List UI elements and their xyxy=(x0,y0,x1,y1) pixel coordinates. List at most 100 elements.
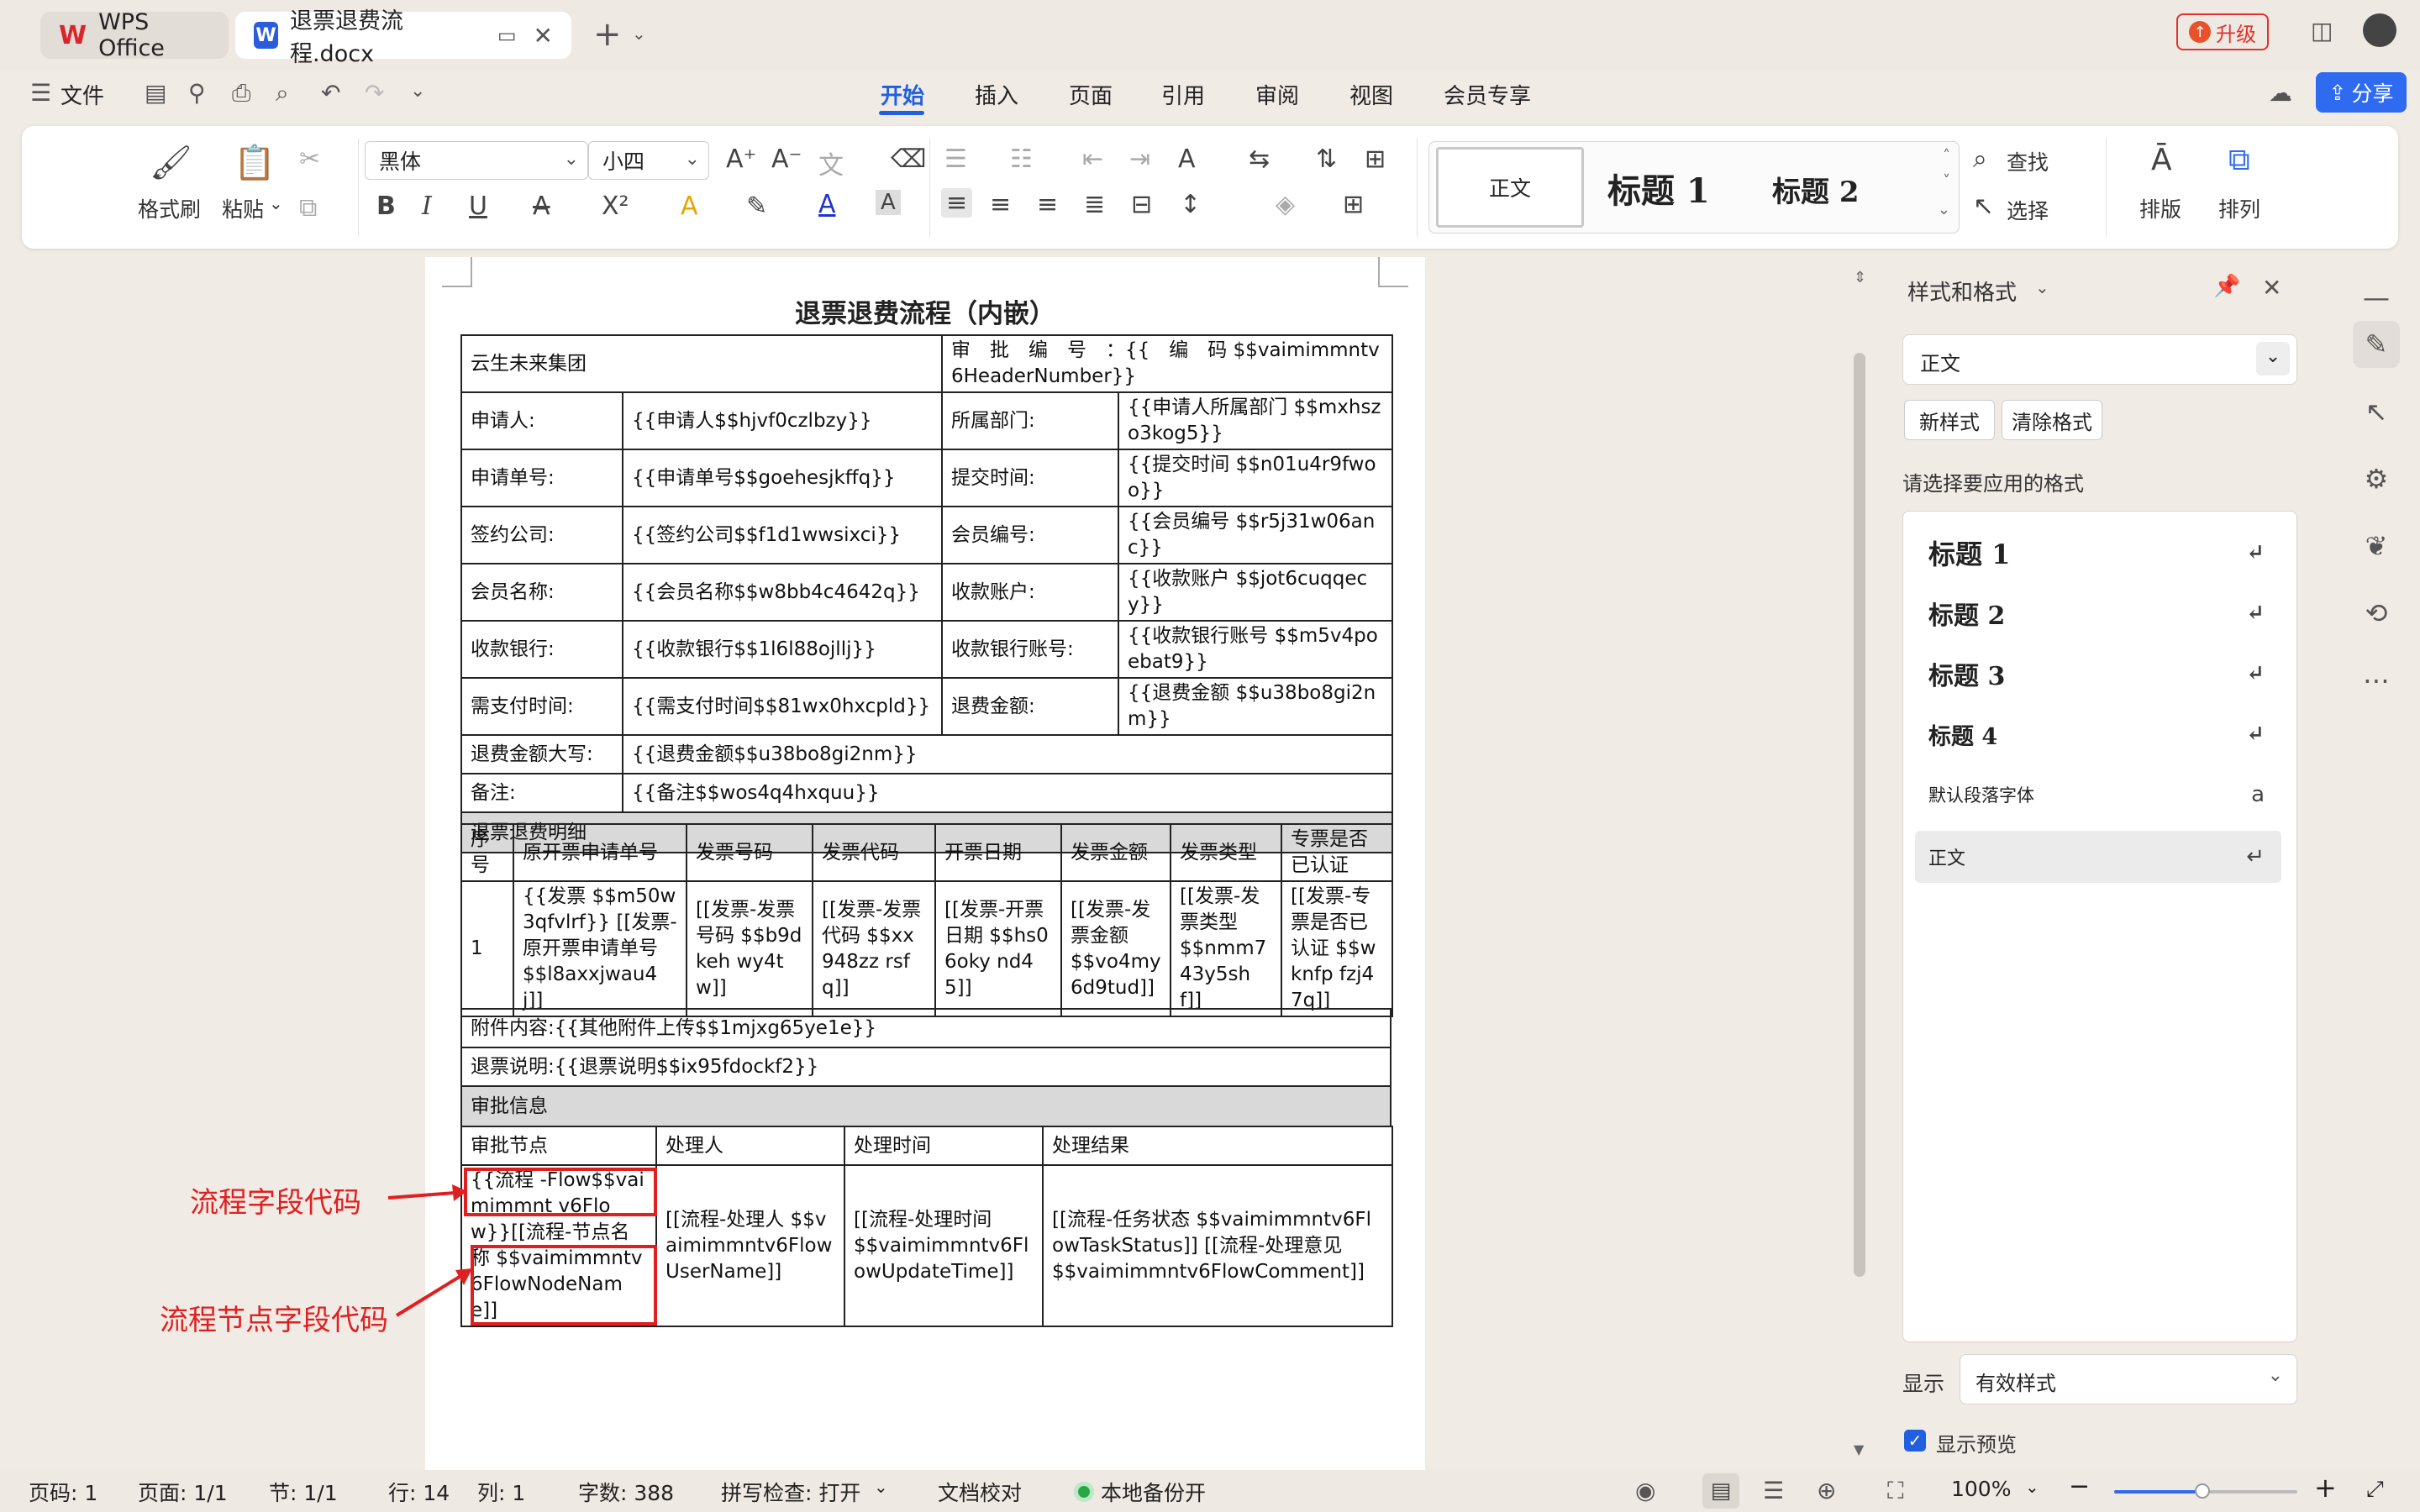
style-normal[interactable]: 正文 xyxy=(1436,147,1584,228)
text-effect-icon[interactable]: A xyxy=(681,192,698,221)
fullscreen-icon[interactable]: ⤢ xyxy=(2366,1477,2384,1503)
monitor-icon[interactable]: ▭ xyxy=(497,24,517,47)
styles-pane-icon[interactable]: ✎ xyxy=(2353,321,2400,368)
tab-wps-office[interactable]: W WPS Office xyxy=(40,9,229,61)
style-list-item[interactable]: 标题 2 ↵ xyxy=(1915,587,2281,639)
superscript-icon[interactable]: X² xyxy=(602,192,629,221)
justify-icon[interactable]: ≣ xyxy=(1084,190,1105,219)
style-list-item[interactable]: 标题 3 ↵ xyxy=(1915,648,2281,700)
paste-icon[interactable]: 📋 xyxy=(234,143,276,182)
show-marks-icon[interactable]: ⊞ xyxy=(1365,144,1386,174)
gallery-expand-icon[interactable]: ⌄ xyxy=(1938,201,1950,218)
style-heading-1[interactable]: 标题 1 xyxy=(1607,164,1710,213)
focus-mode-icon[interactable]: ⛶ xyxy=(1887,1477,1904,1505)
format-painter-icon[interactable]: 🖌 xyxy=(150,143,192,182)
borders-icon[interactable]: ⊞ xyxy=(1343,190,1364,219)
align-right-icon[interactable]: ≡ xyxy=(1037,190,1058,219)
menu-review[interactable]: 审阅 xyxy=(1255,79,1299,110)
close-tab-icon[interactable]: ✕ xyxy=(534,22,553,50)
font-shrink-icon[interactable]: A⁻ xyxy=(771,144,802,174)
arrange-icon[interactable]: ⧉ xyxy=(2228,143,2250,178)
style-heading-2[interactable]: 标题 2 xyxy=(1772,169,1860,210)
scroll-down-icon[interactable]: ▼ xyxy=(1854,1441,1864,1457)
shading-icon[interactable]: ◈ xyxy=(1276,190,1295,219)
find-icon[interactable]: ⌕ xyxy=(1973,144,1987,174)
phonetic-guide-icon[interactable]: 文 xyxy=(818,144,844,181)
document-page[interactable]: 退票退费流程（内嵌） 云生未来集团 审 批 编 号 ：{{ 编 码 $$vaim… xyxy=(425,257,1425,1470)
close-icon[interactable]: ✕ xyxy=(2262,274,2281,302)
paste-chevron-icon[interactable]: ⌄ xyxy=(269,193,283,213)
eye-icon[interactable]: ◉ xyxy=(1635,1477,1655,1504)
zoom-level[interactable]: 100% xyxy=(1951,1477,2011,1501)
clear-format-icon[interactable]: ⌫ xyxy=(891,144,926,174)
select-cursor-icon[interactable]: ↖ xyxy=(1973,192,1994,221)
distribute-icon[interactable]: ⊟ xyxy=(1131,190,1152,219)
style-list-item[interactable]: 正文 ↵ xyxy=(1915,831,2281,883)
highlight-icon[interactable]: ✎ xyxy=(746,192,767,221)
quick-access-chevron-icon[interactable]: ⌄ xyxy=(410,81,425,102)
show-filter-select[interactable]: 有效样式 ⌄ xyxy=(1960,1354,2297,1404)
collapse-icon[interactable]: — xyxy=(2353,274,2400,321)
font-color-icon[interactable]: A xyxy=(818,190,836,219)
leaf-icon[interactable]: ❦ xyxy=(2353,522,2400,570)
char-shading-icon[interactable]: A xyxy=(876,190,901,215)
link-icon[interactable]: ⚲ xyxy=(188,79,206,107)
select-button[interactable]: 选择 xyxy=(2007,195,2049,225)
scroll-split-icon[interactable]: ⇕ xyxy=(1854,269,1866,286)
status-pages[interactable]: 页面: 1/1 xyxy=(138,1477,228,1507)
hamburger-icon[interactable]: ☰ xyxy=(30,79,51,107)
menu-view[interactable]: 视图 xyxy=(1349,79,1393,110)
history-icon[interactable]: ⟲ xyxy=(2353,590,2400,637)
bullet-list-icon[interactable]: ☰ xyxy=(944,144,967,174)
status-word-count[interactable]: 字数: 388 xyxy=(578,1477,674,1507)
status-backup[interactable]: 本地备份开 xyxy=(1101,1477,1206,1507)
zoom-chevron-icon[interactable]: ⌄ xyxy=(2025,1477,2039,1497)
status-proofread[interactable]: 文档校对 xyxy=(938,1477,1022,1507)
text-direction-icon[interactable]: ⇆ xyxy=(1249,144,1270,174)
align-center-icon[interactable]: ≡ xyxy=(990,190,1011,219)
outline-view-icon[interactable]: ☰ xyxy=(1763,1477,1784,1504)
page-view-icon[interactable]: ▤ xyxy=(1702,1473,1739,1509)
decrease-indent-icon[interactable]: ⇤ xyxy=(1082,144,1103,174)
layout-icon[interactable]: ◫ xyxy=(2311,17,2333,45)
italic-icon[interactable]: I xyxy=(422,192,432,221)
current-style-select[interactable]: 正文 ⌄ xyxy=(1902,334,2297,385)
zoom-in-icon[interactable]: + xyxy=(2314,1472,2337,1504)
status-page-number[interactable]: 页码: 1 xyxy=(29,1477,97,1507)
find-button[interactable]: 查找 xyxy=(2007,146,2049,176)
underline-icon[interactable]: U xyxy=(469,192,487,221)
style-list-item[interactable]: 标题 4 ↵ xyxy=(1915,708,2281,760)
bold-icon[interactable]: B xyxy=(376,192,396,221)
redo-icon[interactable]: ↷ xyxy=(365,79,384,107)
select-pointer-icon[interactable]: ↖ xyxy=(2353,388,2400,435)
align-left-icon[interactable]: ≡ xyxy=(941,188,973,218)
line-spacing-icon[interactable]: ↕ xyxy=(1180,190,1201,219)
share-button[interactable]: ⇪ 分享 xyxy=(2316,72,2407,113)
zoom-out-icon[interactable]: − xyxy=(2069,1472,2090,1501)
status-spell-check[interactable]: 拼写检查: 打开 xyxy=(721,1477,860,1507)
menu-file[interactable]: 文件 xyxy=(60,79,104,110)
web-view-icon[interactable]: ⊕ xyxy=(1817,1477,1836,1504)
zoom-slider-handle[interactable] xyxy=(2195,1483,2210,1499)
pin-icon[interactable]: 📌 xyxy=(2213,274,2240,299)
font-grow-icon[interactable]: A⁺ xyxy=(726,144,756,174)
new-tab-icon[interactable]: + xyxy=(593,15,622,54)
increase-indent-icon[interactable]: ⇥ xyxy=(1129,144,1150,174)
preview-checkbox[interactable]: ✓ xyxy=(1904,1430,1926,1452)
chevron-down-icon[interactable]: ⌄ xyxy=(632,24,646,44)
avatar[interactable] xyxy=(2363,13,2396,47)
more-icon[interactable]: ⋯ xyxy=(2353,657,2400,704)
style-list-item[interactable]: 默认段落字体 a xyxy=(1915,769,2281,821)
chevron-down-icon[interactable]: ⌄ xyxy=(874,1477,888,1497)
zoom-slider-track[interactable] xyxy=(2202,1490,2297,1494)
gallery-down-icon[interactable]: ˅ xyxy=(1943,172,1950,190)
menu-page[interactable]: 页面 xyxy=(1069,79,1113,110)
font-name-select[interactable]: 黑体 ⌄ xyxy=(365,141,588,180)
tab-document[interactable]: W 退票退费流程.docx ▭ ✕ xyxy=(235,8,571,67)
cloud-icon[interactable]: ☁ xyxy=(2269,79,2292,107)
menu-insert[interactable]: 插入 xyxy=(975,79,1018,110)
layout-button[interactable]: 排版 xyxy=(2139,193,2181,223)
pane-title-chevron-icon[interactable]: ⌄ xyxy=(2035,277,2049,297)
save-icon[interactable]: ▤ xyxy=(145,79,166,107)
menu-reference[interactable]: 引用 xyxy=(1161,79,1205,110)
